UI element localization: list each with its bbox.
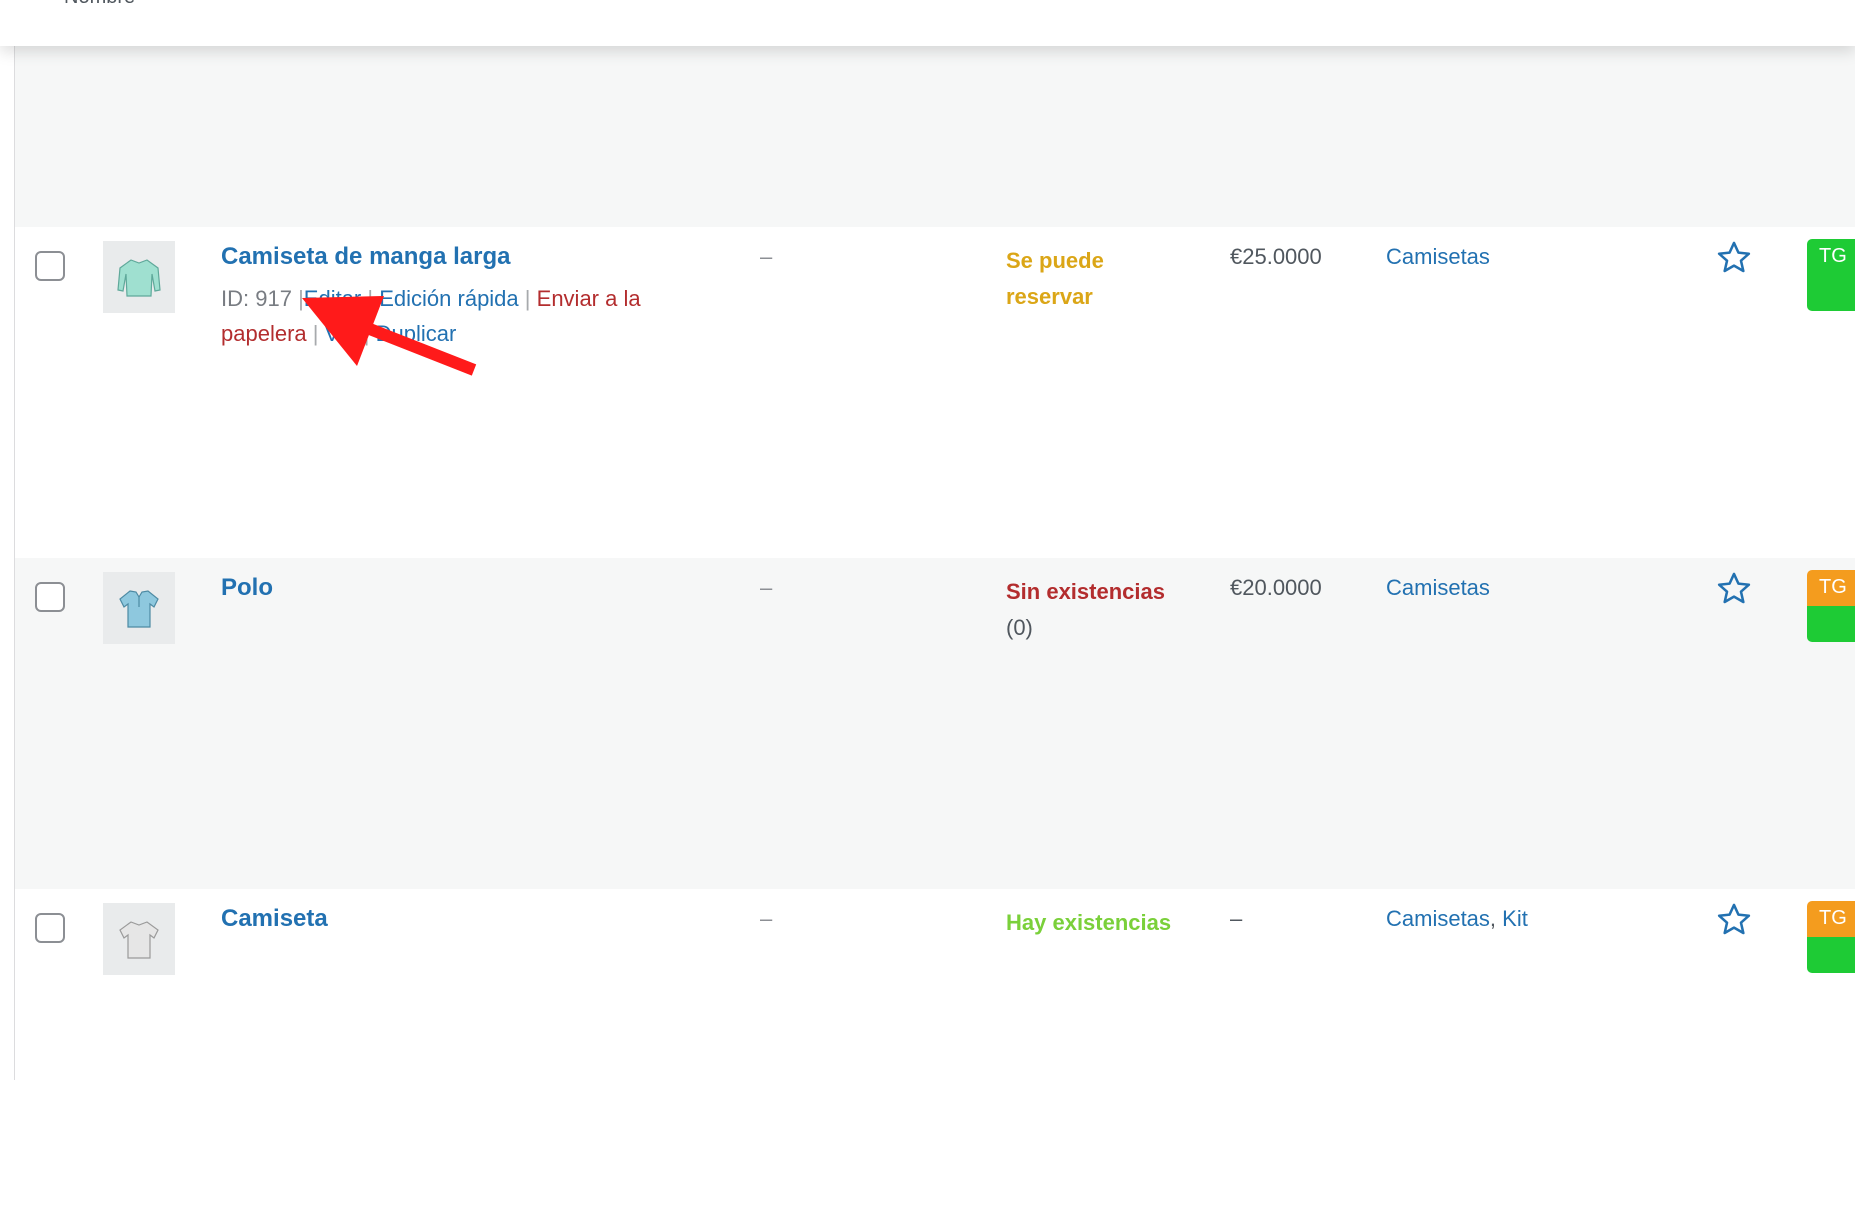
red-arrow-icon	[302, 296, 477, 376]
